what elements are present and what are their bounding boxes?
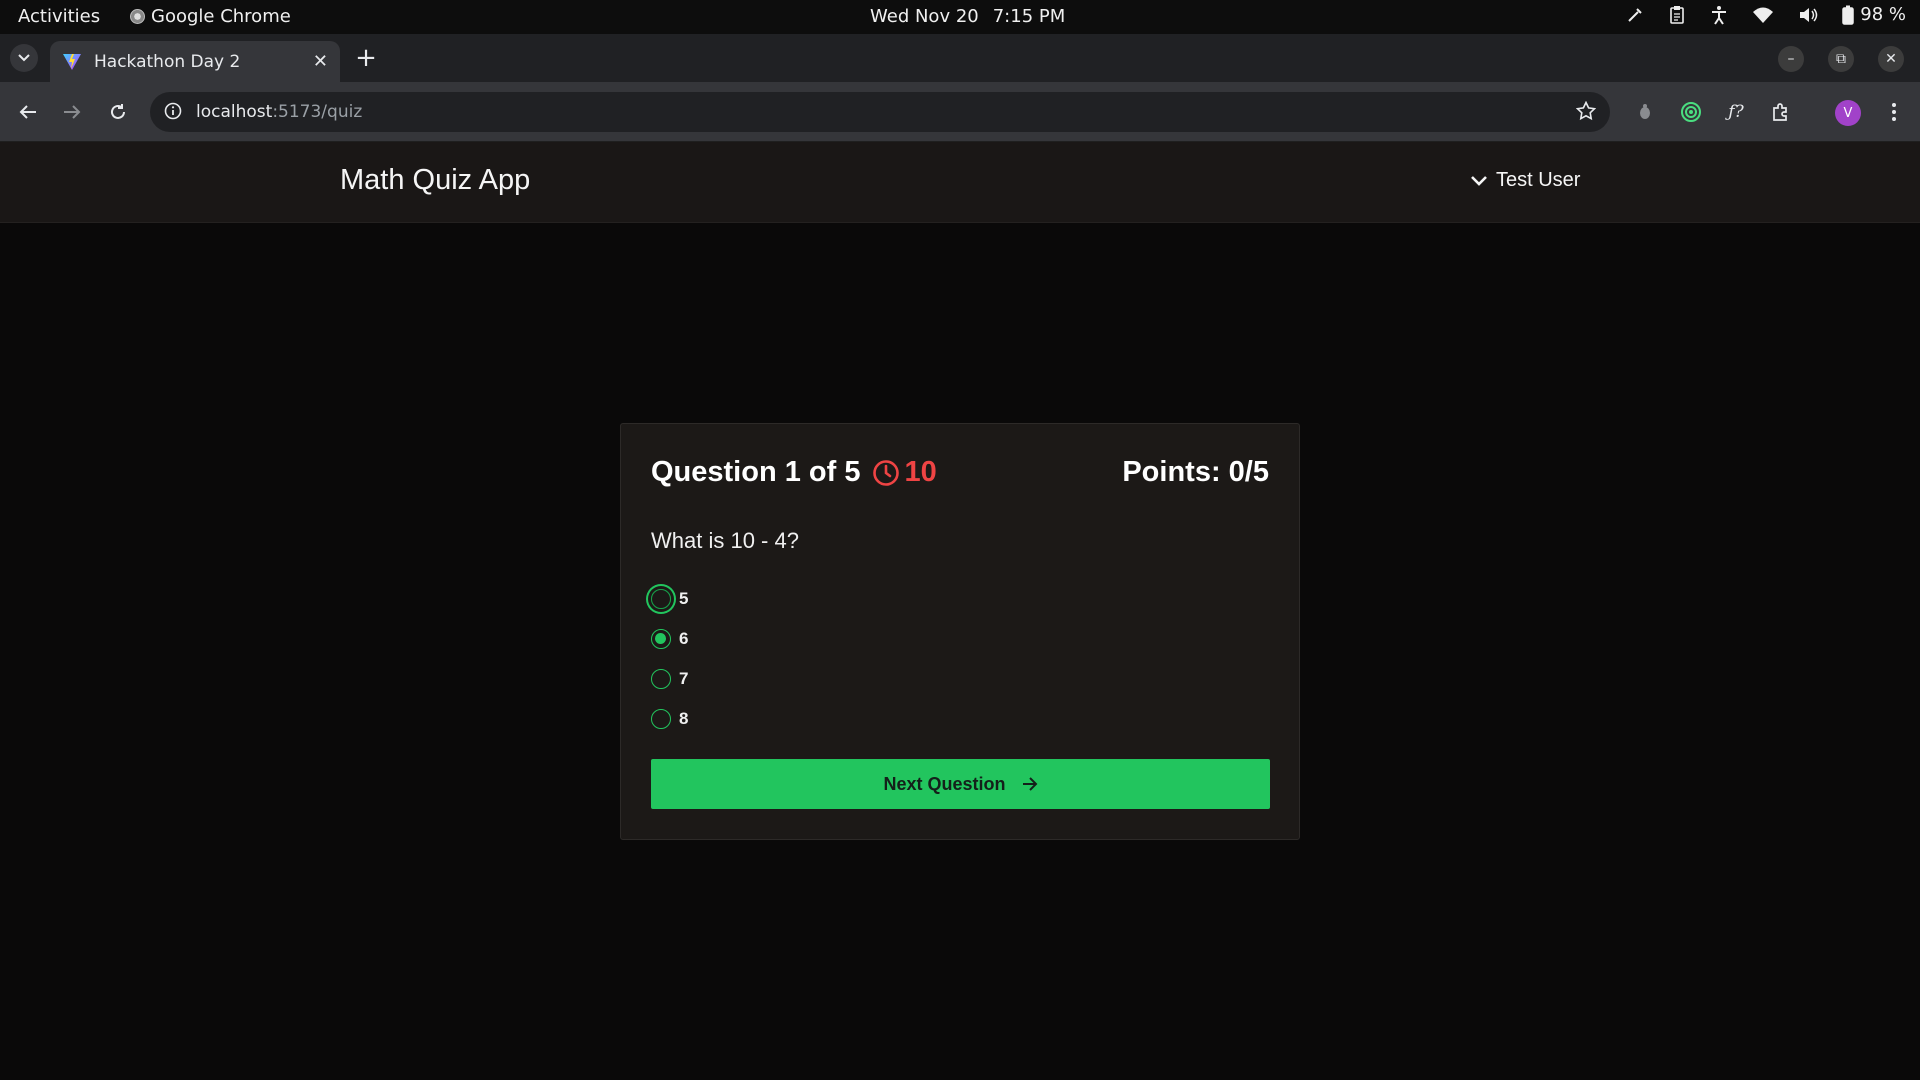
clipboard-icon[interactable] [1668,5,1686,25]
battery-indicator[interactable]: 98 % [1842,4,1906,25]
extension-target-icon[interactable] [1677,98,1705,126]
user-name: Test User [1496,169,1581,191]
bookmark-star-icon[interactable] [1575,100,1597,126]
app-header: Math Quiz App Test User [0,142,1920,223]
restore-window-button[interactable]: ⧉ [1828,46,1854,72]
question-header: Question 1 of 5 10 [651,456,937,489]
app-menu[interactable]: Google Chrome [130,6,291,27]
extension-dot-icon[interactable] [1631,98,1659,126]
answer-option[interactable]: 6 [651,629,688,649]
site-info-icon[interactable] [164,102,182,125]
answer-label: 6 [679,629,689,648]
answer-radio[interactable] [651,629,671,649]
answer-label: 7 [679,669,689,688]
question-text: What is 10 - 4? [651,528,799,553]
system-tray[interactable]: 98 % [1626,4,1906,25]
answer-option[interactable]: 5 [651,589,688,609]
close-tab-icon[interactable]: ✕ [313,51,328,72]
battery-percent: 98 % [1860,4,1906,25]
back-arrow-icon[interactable] [14,98,42,126]
more-menu-icon[interactable] [1880,98,1908,126]
activities-button[interactable]: Activities [18,6,100,27]
app-menu-label: Google Chrome [151,6,291,27]
answer-radio[interactable] [651,709,671,729]
answer-radio[interactable] [651,669,671,689]
clock-date: Wed Nov 20 [870,6,979,27]
browser-toolbar: localhost:5173/quiz ƒ? [0,82,1920,142]
clock-time: 7:15 PM [992,6,1066,27]
extensions-puzzle-icon[interactable] [1767,98,1795,126]
color-picker-icon[interactable] [1626,6,1644,24]
answer-option[interactable]: 8 [651,709,688,729]
battery-icon [1842,5,1855,25]
arrow-right-icon [1022,777,1037,791]
accessibility-icon[interactable] [1710,5,1728,25]
clock[interactable]: Wed Nov 20 7:15 PM [870,6,1065,27]
answer-option[interactable]: 7 [651,669,688,689]
address-bar[interactable]: localhost:5173/quiz [150,92,1610,132]
next-question-label: Next Question [883,773,1006,794]
wifi-icon[interactable] [1752,6,1774,24]
next-question-button[interactable]: Next Question [651,759,1270,809]
tab-title: Hackathon Day 2 [94,51,241,72]
browser-tab-active[interactable]: Hackathon Day 2 ✕ [50,41,340,82]
timer-value: 10 [904,456,937,488]
chevron-down-icon [1471,175,1487,186]
user-menu-button[interactable]: Test User [1470,169,1580,192]
answer-label: 5 [679,589,689,608]
profile-avatar[interactable]: V [1835,100,1861,126]
vite-favicon-icon [63,53,81,70]
chrome-icon [130,9,145,24]
forward-arrow-icon[interactable] [58,98,86,126]
app-title[interactable]: Math Quiz App [340,164,530,197]
chevron-down-icon [18,54,30,62]
minimize-window-button[interactable]: – [1778,46,1804,72]
answer-radio[interactable] [651,589,671,609]
volume-icon[interactable] [1798,6,1818,24]
answer-label: 8 [679,709,689,728]
question-counter: Question 1 of 5 [651,456,861,488]
url-path: :5173/quiz [272,102,363,122]
close-window-button[interactable]: ✕ [1878,46,1904,72]
tab-strip: Hackathon Day 2 ✕ + – ⧉ ✕ [0,34,1920,82]
quiz-card: Question 1 of 5 10 Points: 0/5 What is 1… [620,423,1300,840]
reload-icon[interactable] [104,98,132,126]
clock-icon [873,459,900,486]
url-host: localhost [196,102,273,122]
system-top-bar: Activities Google Chrome Wed Nov 20 7:15… [0,0,1920,34]
points-display: Points: 0/5 [1122,456,1269,488]
new-tab-button[interactable]: + [352,43,380,73]
extension-function-icon[interactable]: ƒ? [1722,98,1750,126]
tab-search-button[interactable] [10,44,38,72]
timer: 10 [872,456,937,489]
